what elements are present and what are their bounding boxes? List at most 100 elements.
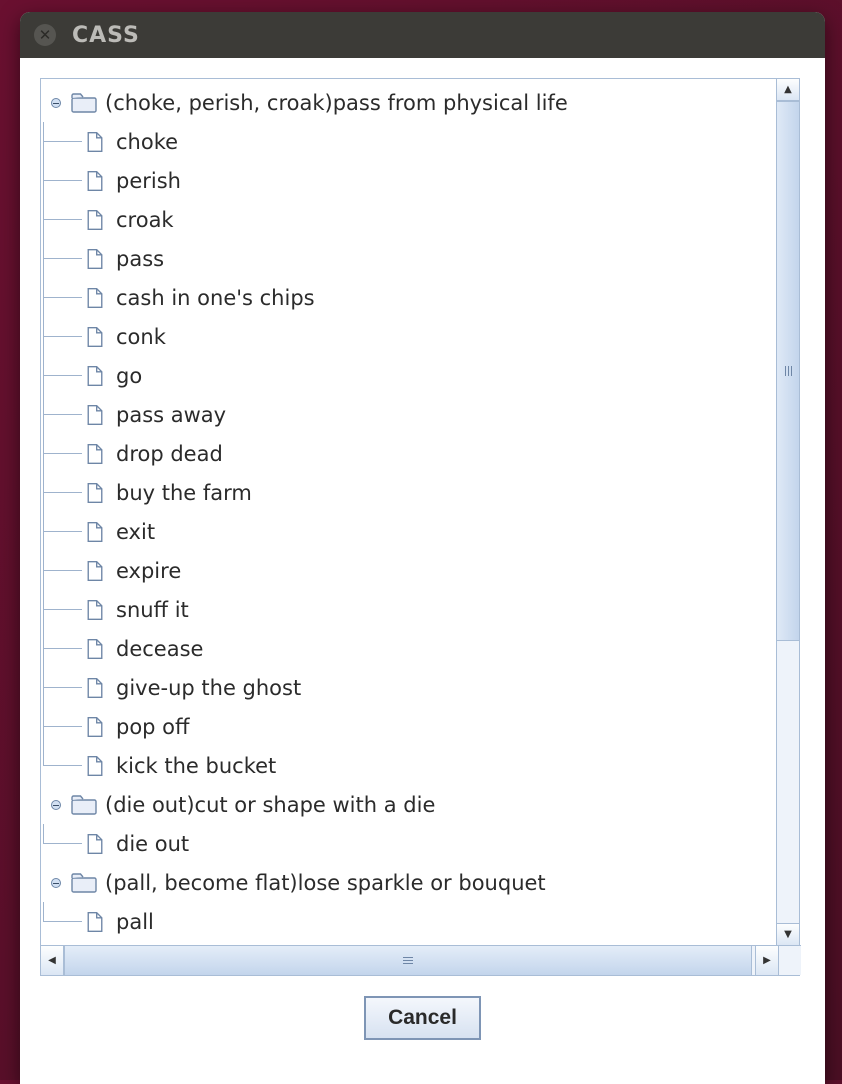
folder-icon: [71, 872, 97, 894]
tree-item[interactable]: buy the farm: [44, 473, 777, 512]
tree-branch: [44, 668, 82, 707]
file-icon: [82, 365, 108, 387]
button-bar: Cancel: [40, 976, 805, 1064]
file-icon: [82, 248, 108, 270]
tree-item[interactable]: exit: [44, 512, 777, 551]
vertical-scrollbar[interactable]: ▲ ▼: [776, 79, 799, 945]
tree-item[interactable]: choke: [44, 122, 777, 161]
file-icon: [82, 560, 108, 582]
scroll-right-icon[interactable]: ▶: [755, 946, 778, 975]
tree-item[interactable]: drop dead: [44, 434, 777, 473]
tree-item[interactable]: kick the bucket: [44, 746, 777, 785]
tree-item-label: decease: [116, 637, 203, 661]
expand-handle-icon[interactable]: [51, 800, 61, 810]
tree-item[interactable]: pass away: [44, 395, 777, 434]
file-icon: [82, 482, 108, 504]
tree-item-label: pass away: [116, 403, 226, 427]
file-icon: [82, 287, 108, 309]
tree-item[interactable]: decease: [44, 629, 777, 668]
tree-folder-label: (pall, become flat)lose sparkle or bouqu…: [105, 871, 546, 895]
scroll-up-icon[interactable]: ▲: [777, 79, 799, 101]
titlebar[interactable]: ✕ CASS: [20, 12, 825, 58]
tree-branch: [44, 317, 82, 356]
tree-item[interactable]: pall: [44, 902, 777, 941]
tree-item[interactable]: pop off: [44, 707, 777, 746]
hscroll-thumb[interactable]: [64, 946, 752, 975]
horizontal-scrollbar[interactable]: ◀ ▶: [41, 945, 801, 975]
file-icon: [82, 911, 108, 933]
tree-branch: [44, 746, 82, 785]
expand-handle-icon[interactable]: [51, 98, 61, 108]
tree-item-label: buy the farm: [116, 481, 252, 505]
tree-branch: [44, 512, 82, 551]
tree-item[interactable]: die out: [44, 824, 777, 863]
tree-folder[interactable]: (choke, perish, croak)pass from physical…: [43, 83, 777, 122]
file-icon: [82, 755, 108, 777]
file-icon: [82, 443, 108, 465]
file-icon: [82, 599, 108, 621]
tree-item-label: expire: [116, 559, 181, 583]
tree-item[interactable]: give-up the ghost: [44, 668, 777, 707]
tree-folder[interactable]: (die out)cut or shape with a die: [43, 785, 777, 824]
cancel-button[interactable]: Cancel: [364, 996, 481, 1040]
window: ✕ CASS (choke, perish, croak)pass from p…: [20, 12, 825, 1084]
tree-branch: [44, 473, 82, 512]
expand-handle-icon[interactable]: [51, 878, 61, 888]
tree-item-label: cash in one's chips: [116, 286, 315, 310]
tree-branch: [44, 707, 82, 746]
scrollbar-corner: [778, 946, 801, 975]
scroll-down-icon[interactable]: ▼: [777, 923, 799, 945]
file-icon: [82, 131, 108, 153]
tree[interactable]: (choke, perish, croak)pass from physical…: [41, 79, 777, 945]
scroll-left-icon[interactable]: ◀: [41, 946, 64, 975]
tree-item-label: conk: [116, 325, 166, 349]
tree-item-label: drop dead: [116, 442, 223, 466]
tree-panel: (choke, perish, croak)pass from physical…: [40, 78, 800, 976]
tree-folder-label: (die out)cut or shape with a die: [105, 793, 435, 817]
scroll-track[interactable]: [777, 101, 799, 923]
file-icon: [82, 716, 108, 738]
file-icon: [82, 677, 108, 699]
tree-item-label: pall: [116, 910, 154, 934]
file-icon: [82, 404, 108, 426]
tree-item[interactable]: go: [44, 356, 777, 395]
tree-item[interactable]: pass: [44, 239, 777, 278]
file-icon: [82, 833, 108, 855]
file-icon: [82, 521, 108, 543]
tree-item-label: snuff it: [116, 598, 189, 622]
hscroll-track[interactable]: [64, 946, 755, 975]
tree-branch: [44, 590, 82, 629]
scroll-thumb[interactable]: [777, 101, 799, 641]
tree-item-label: exit: [116, 520, 155, 544]
tree-branch: [44, 434, 82, 473]
close-icon[interactable]: ✕: [34, 24, 56, 46]
tree-item[interactable]: perish: [44, 161, 777, 200]
file-icon: [82, 170, 108, 192]
tree-folder[interactable]: (pall, become flat)lose sparkle or bouqu…: [43, 863, 777, 902]
tree-item-label: croak: [116, 208, 174, 232]
tree-folder-label: (choke, perish, croak)pass from physical…: [105, 91, 568, 115]
tree-item[interactable]: croak: [44, 200, 777, 239]
tree-item[interactable]: cash in one's chips: [44, 278, 777, 317]
tree-branch: [44, 902, 82, 941]
tree-item[interactable]: snuff it: [44, 590, 777, 629]
file-icon: [82, 209, 108, 231]
tree-item[interactable]: expire: [44, 551, 777, 590]
tree-branch: [44, 629, 82, 668]
tree-branch: [44, 824, 82, 863]
tree-item-label: perish: [116, 169, 181, 193]
folder-icon: [71, 92, 97, 114]
tree-branch: [44, 356, 82, 395]
tree-item[interactable]: conk: [44, 317, 777, 356]
tree-item-label: give-up the ghost: [116, 676, 301, 700]
tree-branch: [44, 278, 82, 317]
tree-item-label: go: [116, 364, 142, 388]
tree-branch: [44, 122, 82, 161]
client-area: (choke, perish, croak)pass from physical…: [20, 58, 825, 1084]
folder-icon: [71, 794, 97, 816]
tree-item-label: pop off: [116, 715, 190, 739]
tree-branch: [44, 395, 82, 434]
tree-item-label: die out: [116, 832, 189, 856]
tree-item-label: pass: [116, 247, 164, 271]
tree-item-label: kick the bucket: [116, 754, 276, 778]
